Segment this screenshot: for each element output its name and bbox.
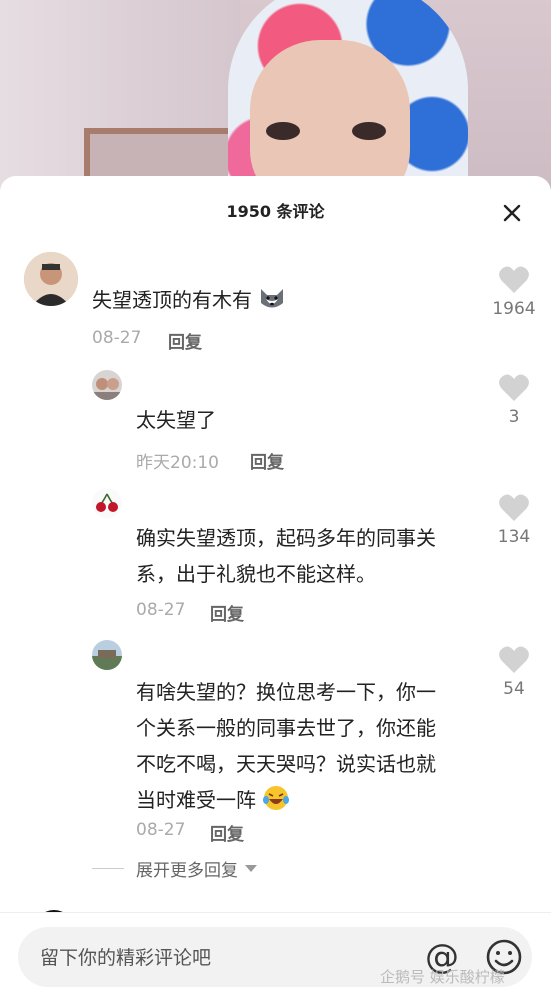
like-count: 3 bbox=[508, 407, 520, 427]
like-button[interactable]: 54 bbox=[484, 646, 544, 699]
left-eye bbox=[266, 122, 300, 140]
heart-icon bbox=[499, 374, 529, 401]
comment-date: 昨天20:10 bbox=[136, 453, 219, 473]
close-icon bbox=[503, 204, 521, 222]
reply-button[interactable]: 回复 bbox=[210, 820, 244, 845]
comment-line: 系，出于礼貌也不能这样。 bbox=[136, 562, 376, 586]
comment-sheet: 1950 条评论 失望透顶的有木有 08-27 回复 1964 太失望了 昨天2… bbox=[0, 176, 551, 1001]
comment-line: 个关系一般的同事去世了，你还能 bbox=[136, 716, 436, 740]
laughing-tears-emoji-icon bbox=[263, 786, 290, 810]
comment-date: 08-27 bbox=[136, 600, 186, 620]
avatar[interactable] bbox=[92, 488, 122, 518]
like-count: 54 bbox=[503, 679, 525, 699]
comment-date: 08-27 bbox=[136, 820, 186, 840]
comment-text: 失望透顶的有木有 bbox=[92, 282, 286, 318]
heart-icon bbox=[499, 494, 529, 521]
avatar[interactable] bbox=[24, 252, 78, 306]
comment-date: 08-27 bbox=[92, 328, 142, 348]
comment-count-title: 1950 条评论 bbox=[226, 202, 325, 221]
avatar[interactable] bbox=[92, 640, 122, 670]
husky-emoji-icon bbox=[261, 289, 284, 308]
avatar[interactable] bbox=[92, 370, 122, 400]
like-count: 134 bbox=[497, 527, 531, 547]
heart-icon bbox=[499, 266, 529, 293]
close-button[interactable] bbox=[499, 200, 525, 226]
right-eye bbox=[352, 122, 386, 140]
face bbox=[250, 40, 410, 190]
comment-line: 当时难受一阵 bbox=[136, 782, 436, 818]
expand-label: 展开更多回复 bbox=[136, 861, 238, 881]
video-background bbox=[0, 0, 551, 190]
comment-text: 确实失望透顶，起码多年的同事关 系，出于礼貌也不能这样。 bbox=[136, 520, 436, 592]
chevron-down-icon bbox=[245, 864, 257, 872]
comment-text: 太失望了 bbox=[136, 408, 216, 432]
comment-input-bar: @ bbox=[0, 912, 551, 1001]
reply-button[interactable]: 回复 bbox=[210, 600, 244, 625]
like-button[interactable]: 3 bbox=[484, 374, 544, 427]
comment-line: 不吃不喝，天天哭吗？说实话也就 bbox=[136, 752, 436, 776]
reply-button[interactable]: 回复 bbox=[250, 448, 284, 473]
like-count: 1964 bbox=[492, 299, 536, 319]
comment-text: 有啥失望的？换位思考一下，你一 个关系一般的同事去世了，你还能 不吃不喝，天天哭… bbox=[136, 674, 436, 818]
like-button[interactable]: 1964 bbox=[484, 266, 544, 319]
comment-line: 确实失望透顶，起码多年的同事关 bbox=[136, 526, 436, 550]
divider bbox=[92, 868, 124, 869]
expand-more-replies[interactable]: 展开更多回复 bbox=[92, 856, 258, 881]
like-button[interactable]: 134 bbox=[484, 494, 544, 547]
reply-button[interactable]: 回复 bbox=[168, 328, 202, 353]
comment-input[interactable] bbox=[38, 927, 402, 989]
comment-line: 有啥失望的？换位思考一下，你一 bbox=[136, 680, 436, 704]
heart-icon bbox=[499, 646, 529, 673]
watermark: 企鹅号 娱乐酸柠檬 bbox=[380, 968, 505, 986]
